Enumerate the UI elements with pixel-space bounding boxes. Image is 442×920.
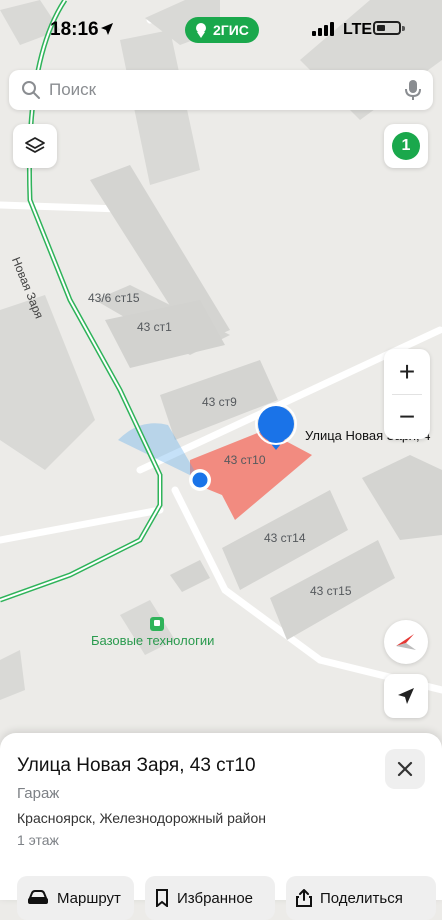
building-label: 43 ст10: [224, 453, 266, 467]
place-floors: 1 этаж: [17, 832, 59, 848]
battery-tip: [402, 26, 405, 31]
status-bar: 18:16 2ГИС LTE: [0, 0, 442, 60]
favorites-label: Избранное: [177, 889, 254, 907]
search-bar[interactable]: [9, 70, 433, 110]
share-icon: [296, 889, 312, 907]
cellular-signal-icon: [312, 22, 334, 36]
share-button[interactable]: Поделиться: [286, 876, 436, 920]
car-icon: [28, 890, 48, 904]
building-label: 43 ст14: [264, 531, 306, 545]
zoom-control: + −: [384, 349, 430, 439]
search-input[interactable]: [47, 79, 371, 101]
brand-name: 2ГИС: [213, 22, 249, 38]
favorites-button[interactable]: Избранное: [145, 876, 275, 920]
notifications-button[interactable]: 1: [384, 124, 428, 168]
poi-label[interactable]: Базовые технологии: [91, 633, 214, 648]
location-arrow-icon: [101, 23, 113, 35]
microphone-icon[interactable]: [405, 79, 421, 101]
share-label: Поделиться: [320, 889, 403, 907]
building-label: 43 ст1: [137, 320, 172, 334]
search-icon: [22, 81, 40, 99]
route-label: Маршрут: [57, 889, 121, 907]
notifications-count: 1: [392, 132, 420, 160]
brand-badge[interactable]: 2ГИС: [185, 17, 259, 43]
zoom-out-button[interactable]: −: [384, 394, 430, 439]
building-label: 43/6 ст15: [88, 291, 140, 305]
brand-logo-icon: [196, 23, 206, 38]
place-card[interactable]: Улица Новая Заря, 43 ст10 Гараж Краснояр…: [0, 733, 442, 920]
place-type: Гараж: [17, 785, 60, 802]
building-label: 43 ст9: [202, 395, 237, 409]
building-label: 43 ст15: [310, 584, 352, 598]
layers-icon: [25, 137, 45, 153]
bookmark-icon: [156, 889, 168, 907]
close-button[interactable]: [385, 749, 425, 789]
close-icon: [397, 761, 413, 777]
route-button[interactable]: Маршрут: [17, 876, 134, 920]
layers-button[interactable]: [13, 124, 57, 168]
shopping-bag-icon: [150, 617, 164, 631]
compass-button[interactable]: [384, 620, 428, 664]
navigation-arrow-icon: [398, 688, 414, 704]
zoom-in-button[interactable]: +: [384, 349, 430, 394]
my-location-button[interactable]: [384, 674, 428, 718]
place-address: Красноярск, Железнодорожный район: [17, 810, 267, 826]
compass-icon: [396, 634, 416, 650]
clock: 18:16: [50, 19, 99, 40]
network-type: LTE: [343, 21, 373, 38]
battery-icon: [373, 21, 401, 35]
place-title: Улица Новая Заря, 43 ст10: [17, 755, 256, 776]
